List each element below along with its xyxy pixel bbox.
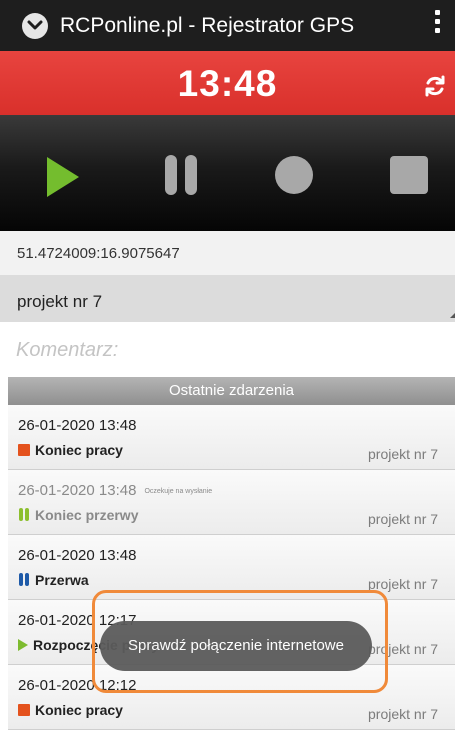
record-button[interactable] xyxy=(275,156,313,194)
stop-square-icon xyxy=(18,444,30,456)
play-button[interactable] xyxy=(47,157,79,197)
more-vert-icon[interactable] xyxy=(432,10,442,42)
gps-coordinates: 51.4724009:16.9075647 xyxy=(0,231,455,275)
dropdown-corner-icon xyxy=(450,313,455,318)
app-logo-chevron-icon xyxy=(22,13,48,39)
clock-bar: 13:48 xyxy=(0,51,455,115)
project-select-value: projekt nr 7 xyxy=(17,292,103,311)
stop-square-icon xyxy=(18,704,30,716)
event-type: Koniec pracy xyxy=(18,442,123,458)
event-project: projekt nr 7 xyxy=(368,446,439,462)
event-datetime: 26-01-2020 13:48 xyxy=(18,417,137,434)
event-pending-note: Oczekuje na wysłanie xyxy=(144,487,213,495)
comment-field-container xyxy=(8,323,455,377)
stop-button[interactable] xyxy=(390,156,428,194)
event-project: projekt nr 7 xyxy=(368,706,439,722)
recorder-controls xyxy=(0,115,455,231)
coordinates-text: 51.4724009:16.9075647 xyxy=(17,245,180,262)
event-type: Przerwa xyxy=(18,572,89,588)
event-datetime: 26-01-2020 13:48 Oczekuje na wysłanie xyxy=(18,482,213,499)
sync-icon[interactable] xyxy=(422,73,448,99)
app-title: RCPonline.pl - Rejestrator GPS xyxy=(60,14,355,37)
project-select[interactable]: projekt nr 7 xyxy=(0,275,455,322)
event-datetime: 26-01-2020 13:48 xyxy=(18,547,137,564)
recent-events-header: Ostatnie zdarzenia xyxy=(8,377,455,405)
pause-button[interactable] xyxy=(165,155,197,195)
clock-time: 13:48 xyxy=(177,63,278,104)
play-icon xyxy=(18,639,28,651)
pause-blue-icon xyxy=(18,573,30,586)
pause-green-icon xyxy=(18,508,30,521)
event-item[interactable]: 26-01-2020 13:48 Koniec pracy projekt nr… xyxy=(8,405,455,470)
highlight-annotation xyxy=(92,590,388,693)
event-project: projekt nr 7 xyxy=(368,511,439,527)
event-type: Koniec przerwy xyxy=(18,507,138,523)
event-item[interactable]: 26-01-2020 13:48 Oczekuje na wysłanie Kon… xyxy=(8,470,455,535)
comment-input[interactable] xyxy=(8,323,455,377)
event-project: projekt nr 7 xyxy=(368,576,439,592)
app-bar: RCPonline.pl - Rejestrator GPS xyxy=(0,0,455,51)
